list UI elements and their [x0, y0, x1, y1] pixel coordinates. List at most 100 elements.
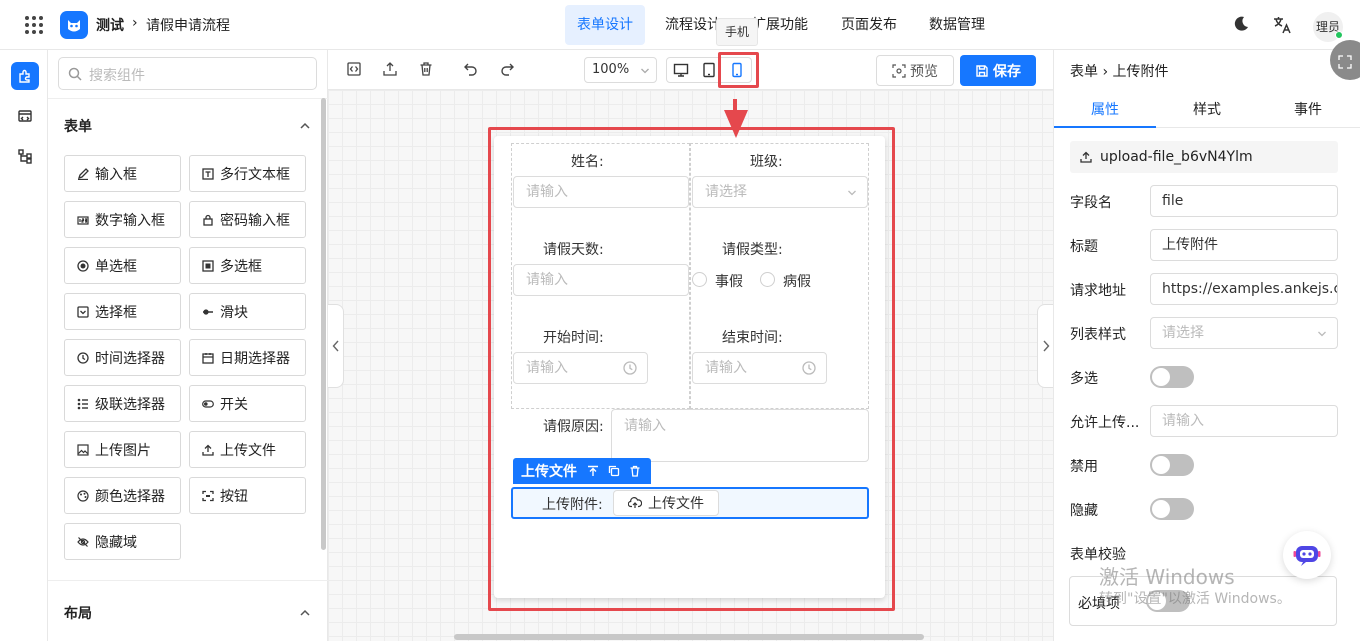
- component-label: 隐藏域: [95, 534, 137, 551]
- component-search-input[interactable]: 搜索组件: [58, 57, 317, 90]
- slider-icon: [202, 306, 214, 318]
- collapse-chevron-icon[interactable]: [299, 607, 311, 619]
- preview-button[interactable]: 预览: [876, 55, 954, 86]
- online-status-dot: [1335, 31, 1343, 39]
- edit-icon: [77, 167, 89, 180]
- upload-icon: [1080, 151, 1092, 163]
- label-list-style: 列表样式: [1070, 327, 1126, 343]
- component-cascader[interactable]: 级联选择器: [64, 385, 181, 422]
- number-icon: [77, 214, 89, 226]
- tab-page-publish[interactable]: 页面发布: [829, 5, 909, 45]
- disabled-switch[interactable]: [1150, 454, 1194, 476]
- component-textarea[interactable]: 多行文本框: [189, 155, 306, 192]
- import-icon[interactable]: [382, 61, 398, 77]
- allow-upload-input[interactable]: 请输入: [1150, 405, 1338, 437]
- left-icon-bar: [0, 50, 48, 641]
- property-tabs: 属性 样式 事件: [1054, 90, 1360, 128]
- tablet-icon[interactable]: [701, 62, 717, 78]
- button-icon: [202, 490, 214, 502]
- component-label: 滑块: [220, 304, 248, 321]
- label-title: 标题: [1070, 239, 1098, 255]
- device-tooltip: 手机: [716, 18, 758, 46]
- panel-scrollbar[interactable]: [321, 98, 326, 550]
- lock-icon: [202, 214, 214, 226]
- code-icon[interactable]: [11, 102, 39, 130]
- component-button[interactable]: 按钮: [189, 477, 306, 514]
- component-label: 日期选择器: [220, 350, 290, 367]
- label-disabled: 禁用: [1070, 459, 1098, 475]
- component-label: 颜色选择器: [95, 488, 165, 505]
- multiple-switch[interactable]: [1150, 366, 1194, 388]
- component-radio[interactable]: 单选框: [64, 247, 181, 284]
- tab-form-design[interactable]: 表单设计: [565, 5, 645, 45]
- search-placeholder: 搜索组件: [89, 68, 145, 84]
- component-slider[interactable]: 滑块: [189, 293, 306, 330]
- label-request-url: 请求地址: [1070, 283, 1126, 299]
- component-label: 按钮: [220, 488, 248, 505]
- label-multiple: 多选: [1070, 371, 1098, 387]
- component-id: upload-file_b6vN4Ylm: [1100, 149, 1253, 165]
- top-bar: 测试 › 请假申请流程 表单设计 流程设计 扩展功能 页面发布 数据管理 理员: [0, 0, 1360, 50]
- chevron-down-icon: [641, 68, 649, 74]
- component-date-picker[interactable]: 日期选择器: [189, 339, 306, 376]
- component-number-input[interactable]: 数字输入框: [64, 201, 181, 238]
- tab-events[interactable]: 事件: [1294, 99, 1322, 119]
- component-label: 时间选择器: [95, 350, 165, 367]
- request-url-input[interactable]: https://examples.ankejs.cn/: [1150, 273, 1338, 305]
- component-input[interactable]: 输入框: [64, 155, 181, 192]
- eye-off-icon: [77, 536, 89, 548]
- component-switch[interactable]: 开关: [189, 385, 306, 422]
- tab-styles[interactable]: 样式: [1193, 99, 1221, 119]
- language-icon[interactable]: [1272, 15, 1292, 35]
- code-view-icon[interactable]: [346, 61, 362, 77]
- list-style-select[interactable]: 请选择: [1150, 317, 1338, 349]
- component-upload-image[interactable]: 上传图片: [64, 431, 181, 468]
- canvas-horizontal-scrollbar[interactable]: [454, 634, 924, 640]
- undo-icon[interactable]: [463, 61, 479, 77]
- redo-icon[interactable]: [499, 61, 515, 77]
- component-hidden-field[interactable]: 隐藏域: [64, 523, 181, 560]
- component-color-picker[interactable]: 颜色选择器: [64, 477, 181, 514]
- tab-data-management[interactable]: 数据管理: [917, 5, 997, 45]
- component-label: 开关: [220, 396, 248, 413]
- calendar-icon: [202, 352, 214, 364]
- chevron-right-icon: [1042, 340, 1049, 352]
- tab-properties[interactable]: 属性: [1091, 99, 1119, 119]
- field-name-input[interactable]: file: [1150, 185, 1338, 217]
- delete-icon[interactable]: [418, 61, 434, 77]
- clock-icon: [77, 351, 89, 364]
- app-name[interactable]: 测试: [96, 15, 124, 35]
- component-password[interactable]: 密码输入框: [189, 201, 306, 238]
- save-button[interactable]: 保存: [960, 55, 1036, 86]
- collapse-chevron-icon[interactable]: [299, 120, 311, 132]
- dark-mode-icon[interactable]: [1232, 15, 1250, 33]
- switch-icon: [202, 398, 214, 410]
- component-select[interactable]: 选择框: [64, 293, 181, 330]
- component-checkbox[interactable]: 多选框: [189, 247, 306, 284]
- collapse-right-panel[interactable]: [1037, 304, 1053, 388]
- section-title-form: 表单: [64, 119, 92, 135]
- zoom-select[interactable]: 100%: [584, 57, 657, 83]
- component-id-display: upload-file_b6vN4Ylm: [1070, 141, 1338, 173]
- structure-icon[interactable]: [11, 142, 39, 170]
- breadcrumb[interactable]: 请假申请流程: [146, 15, 230, 35]
- hidden-switch[interactable]: [1150, 498, 1194, 520]
- component-label: 多行文本框: [220, 166, 290, 183]
- title-input[interactable]: 上传附件: [1150, 229, 1338, 261]
- component-label: 数字输入框: [95, 212, 165, 229]
- select-icon: [77, 305, 89, 318]
- list-style-placeholder: 请选择: [1162, 325, 1204, 341]
- search-icon: [68, 67, 82, 81]
- component-panel: 搜索组件 表单 输入框 多行文本框 数字输入框 密码输入框 单选框 多选框 选择…: [48, 50, 328, 641]
- component-time-picker[interactable]: 时间选择器: [64, 339, 181, 376]
- desktop-icon[interactable]: [673, 62, 689, 78]
- component-upload-file[interactable]: 上传文件: [189, 431, 306, 468]
- component-label: 上传图片: [95, 442, 151, 459]
- collapse-left-panel[interactable]: [328, 304, 344, 388]
- apps-grid-icon[interactable]: [24, 15, 44, 35]
- component-label: 多选框: [220, 258, 262, 275]
- chat-assistant-button[interactable]: [1283, 531, 1331, 579]
- save-icon: [976, 64, 988, 77]
- chevron-down-icon: [1318, 331, 1326, 337]
- components-icon[interactable]: [11, 62, 39, 90]
